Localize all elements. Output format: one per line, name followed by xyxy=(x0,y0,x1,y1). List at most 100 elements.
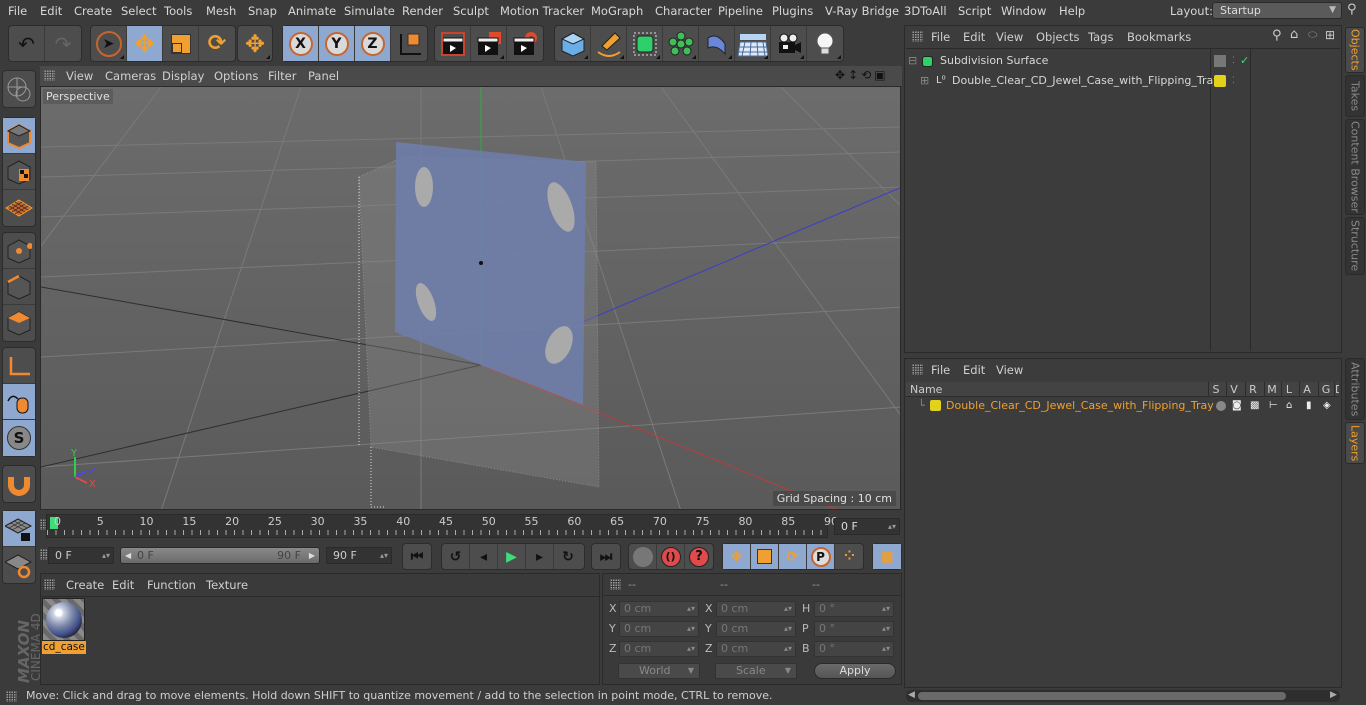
animation-icon[interactable]: ▮ xyxy=(1306,396,1312,416)
menu-edit[interactable]: Edit xyxy=(40,4,62,18)
lock-workplane-button[interactable] xyxy=(3,511,35,547)
object-menu-bookmarks[interactable]: Bookmarks xyxy=(1127,30,1191,44)
tab-attributes[interactable]: Attributes xyxy=(1345,358,1365,420)
key-pla-button[interactable]: ⁘ xyxy=(835,544,863,569)
menu-character[interactable]: Character xyxy=(655,4,712,18)
column-view[interactable]: V xyxy=(1226,382,1241,397)
material-menu-create[interactable]: Create xyxy=(66,578,104,592)
polygons-mode-button[interactable] xyxy=(3,305,35,341)
menu-motion-tracker[interactable]: Motion Tracker xyxy=(500,4,584,18)
scroll-right-arrow[interactable]: ▶ xyxy=(1330,690,1337,700)
layer-menu-edit[interactable]: Edit xyxy=(963,363,985,377)
dolly-icon[interactable]: ↕ xyxy=(848,68,858,82)
column-render[interactable]: R xyxy=(1245,382,1260,397)
spinner-icon[interactable]: ▴▾ xyxy=(687,602,695,616)
object-menu-edit[interactable]: Edit xyxy=(963,30,985,44)
coord-field[interactable]: 0 ° ▴▾ xyxy=(814,601,894,617)
column-manager[interactable]: M xyxy=(1264,382,1279,397)
generator-icon[interactable]: ◈ xyxy=(1323,396,1331,416)
range-right-arrow[interactable]: ▶ xyxy=(309,548,315,563)
expand-icon[interactable]: ⊞ xyxy=(920,71,929,91)
viewport-menu-cameras[interactable]: Cameras xyxy=(105,69,156,83)
material-item[interactable]: cd_case xyxy=(42,598,86,656)
render-settings-button[interactable] xyxy=(507,26,543,61)
panel-grip[interactable] xyxy=(912,364,923,375)
coord-field[interactable]: 0 cm ▴▾ xyxy=(716,601,796,617)
start-frame-field[interactable]: 0 F ▴▾ xyxy=(48,547,114,564)
spinner-icon[interactable]: ▴▾ xyxy=(882,622,890,636)
y-axis-button[interactable]: Y xyxy=(319,26,355,61)
viewport-menu-view[interactable]: View xyxy=(66,69,93,83)
panel-grip[interactable] xyxy=(44,579,55,590)
spinner-icon[interactable]: ▴▾ xyxy=(784,602,792,616)
material-menu-texture[interactable]: Texture xyxy=(206,578,248,592)
object-row-jewel-case[interactable]: ⊞ L⁰ Double_Clear_CD_Jewel_Case_with_Fli… xyxy=(906,71,1341,91)
menu-tools[interactable]: Tools xyxy=(164,4,192,18)
snap-button[interactable] xyxy=(3,466,35,502)
tab-content-browser[interactable]: Content Browser xyxy=(1345,119,1365,215)
frame-range-slider[interactable]: ◀ 0 F 90 F ▶ xyxy=(120,547,320,564)
render-visibility-dots[interactable]: ⁚ xyxy=(1232,51,1235,71)
z-axis-button[interactable]: Z xyxy=(355,26,391,61)
prev-frame-button[interactable]: ◂ xyxy=(470,544,498,569)
object-menu-objects[interactable]: Objects xyxy=(1036,30,1079,44)
viewport-menu-filter[interactable]: Filter xyxy=(268,69,296,83)
tab-objects[interactable]: Objects xyxy=(1345,27,1365,73)
object-menu-file[interactable]: File xyxy=(931,30,950,44)
goto-start-button[interactable]: ⏮ xyxy=(403,544,431,569)
record-active-button[interactable] xyxy=(629,544,657,569)
column-generators[interactable]: G xyxy=(1318,382,1333,397)
menu-simulate[interactable]: Simulate xyxy=(344,4,395,18)
range-left-arrow[interactable]: ◀ xyxy=(125,548,131,563)
spinner-icon[interactable]: ▴▾ xyxy=(687,642,695,656)
menu-create[interactable]: Create xyxy=(74,4,112,18)
layer-color-swatch[interactable] xyxy=(1214,75,1226,87)
goto-end-button[interactable]: ⏭ xyxy=(592,544,620,569)
apply-button[interactable]: Apply xyxy=(814,663,896,679)
menu-script[interactable]: Script xyxy=(958,4,991,18)
make-editable-button[interactable] xyxy=(3,71,35,107)
key-scale-button[interactable] xyxy=(751,544,779,569)
panel-grip[interactable] xyxy=(44,70,55,81)
object-menu-view[interactable]: View xyxy=(996,30,1023,44)
home-icon[interactable]: ⌂ xyxy=(1290,27,1298,42)
menu-mesh[interactable]: Mesh xyxy=(206,4,236,18)
key-rotation-button[interactable]: ⟳ xyxy=(779,544,807,569)
next-key-button[interactable]: ↻ xyxy=(554,544,582,569)
object-menu-tags[interactable]: Tags xyxy=(1088,30,1113,44)
coord-field[interactable]: 0 ° ▴▾ xyxy=(814,641,894,657)
new-window-icon[interactable]: ⊞ xyxy=(1325,28,1335,42)
search-icon[interactable]: ⚲ xyxy=(1347,2,1357,17)
manager-tree-icon[interactable]: ⊢ xyxy=(1269,396,1278,416)
play-button[interactable]: ▶ xyxy=(498,544,526,569)
prev-key-button[interactable]: ↺ xyxy=(442,544,470,569)
spinner-icon[interactable]: ▴▾ xyxy=(784,642,792,656)
search-icon[interactable]: ⚲ xyxy=(1272,28,1282,43)
points-mode-button[interactable] xyxy=(3,233,35,269)
spinner-icon[interactable]: ▴▾ xyxy=(882,642,890,656)
menu-help[interactable]: Help xyxy=(1059,4,1085,18)
menu-plugins[interactable]: Plugins xyxy=(772,4,813,18)
orbit-icon[interactable]: ⟲ xyxy=(861,68,871,82)
coord-field[interactable]: 0 cm ▴▾ xyxy=(619,601,699,617)
tab-structure[interactable]: Structure xyxy=(1345,217,1365,275)
scrollbar-thumb[interactable] xyxy=(918,692,1286,700)
solo-dot-icon[interactable] xyxy=(1216,401,1226,411)
subdivision-surface-button[interactable] xyxy=(627,26,663,61)
layer-row[interactable]: └ Double_Clear_CD_Jewel_Case_with_Flippi… xyxy=(906,396,1339,416)
column-animation[interactable]: A xyxy=(1299,382,1314,397)
rotate-tool-button[interactable]: ⟳ xyxy=(199,26,235,61)
camera-object-button[interactable] xyxy=(771,26,807,61)
light-object-button[interactable] xyxy=(807,26,843,61)
undo-button[interactable]: ↶ xyxy=(9,26,45,61)
coord-field[interactable]: 0 cm ▴▾ xyxy=(619,621,699,637)
menu-window[interactable]: Window xyxy=(1001,4,1046,18)
menu-3dtoall[interactable]: 3DToAll xyxy=(904,4,947,18)
next-frame-button[interactable]: ▸ xyxy=(526,544,554,569)
column-locked[interactable]: L xyxy=(1281,382,1296,397)
3d-viewport[interactable]: Y Z X Perspective Grid Spacing : 10 cm xyxy=(40,86,901,510)
eye-icon[interactable]: ⬭ xyxy=(1308,28,1317,42)
spinner-icon[interactable]: ▴▾ xyxy=(784,622,792,636)
panel-grip[interactable] xyxy=(912,31,923,42)
key-position-button[interactable]: ✥ xyxy=(723,544,751,569)
